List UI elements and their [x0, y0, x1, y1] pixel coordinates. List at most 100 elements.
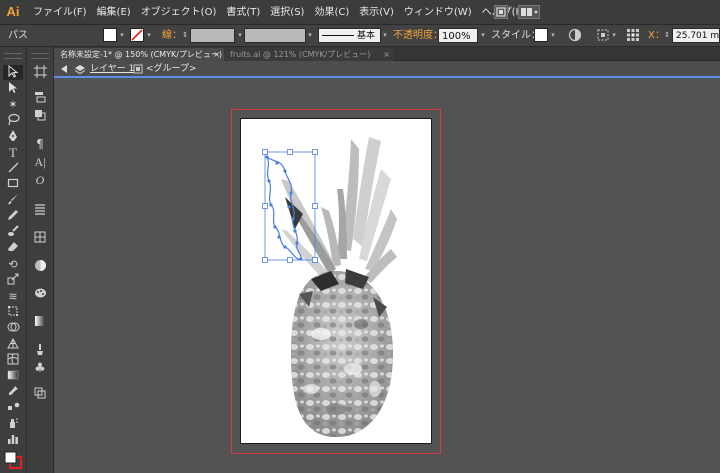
blend-tool-icon[interactable] — [3, 401, 23, 416]
menu-list: ファイル(F) 編集(E) オブジェクト(O) 書式(T) 選択(S) 効果(C… — [28, 0, 532, 25]
panel-grip[interactable] — [4, 53, 22, 59]
fill-color-swatch[interactable] — [103, 28, 117, 42]
stroke-dropdown-icon[interactable]: ▾ — [145, 28, 153, 43]
stroke-weight-stepper[interactable]: ⇕ — [181, 28, 189, 43]
magic-wand-tool-icon[interactable]: ✶ — [3, 97, 23, 112]
recolor-artwork-icon[interactable] — [568, 28, 582, 43]
x-position-input[interactable]: 25.701 mi — [672, 28, 720, 43]
stroke-weight-label[interactable]: 線： — [162, 28, 182, 43]
column-graph-tool-icon[interactable] — [3, 433, 23, 448]
character-panel-icon[interactable]: A| — [30, 155, 50, 170]
menu-object[interactable]: オブジェクト(O) — [136, 0, 222, 25]
gradient-tool-icon[interactable] — [3, 369, 23, 384]
symbols-panel-icon[interactable]: ♣ — [30, 361, 50, 376]
panel-dock: ¶ A| O ♣ — [27, 47, 54, 473]
menu-select[interactable]: 選択(S) — [265, 0, 309, 25]
tab-untitled-1[interactable]: 名称未設定-1* @ 150% (CMYK/プレビュー) × — [54, 48, 224, 61]
menu-effect[interactable]: 効果(C) — [309, 0, 354, 25]
selection-tool-icon[interactable] — [3, 64, 23, 80]
reference-point-icon[interactable] — [626, 28, 640, 43]
artboards-panel-icon[interactable] — [30, 65, 50, 80]
blob-brush-tool-icon[interactable] — [3, 225, 23, 240]
pathfinder-panel-icon[interactable] — [30, 109, 50, 124]
eraser-tool-icon[interactable] — [3, 241, 23, 256]
control-bar: パス ▾ ▾ 線： ⇕ ▾ ▾ 基本 ▾ 不透明度： 100% ▾ スタイル： … — [0, 25, 720, 47]
brush-definition-field[interactable]: 基本 — [318, 28, 381, 43]
align-panel-icon[interactable] — [30, 203, 50, 218]
shape-builder-tool-icon[interactable] — [3, 321, 23, 336]
width-tool-icon[interactable]: ≋ — [3, 289, 23, 304]
bridge-icon[interactable] — [494, 5, 508, 19]
type-tool-icon[interactable]: T — [3, 145, 23, 160]
x-position-stepper[interactable]: ⇕ — [663, 28, 671, 43]
menu-window[interactable]: ウィンドウ(W) — [399, 0, 477, 25]
layers-panel-icon[interactable] — [30, 91, 50, 106]
eyedropper-tool-icon[interactable] — [3, 385, 23, 400]
brush-stroke-preview — [322, 35, 354, 36]
artboard[interactable] — [240, 118, 432, 444]
graphic-style-dropdown-icon[interactable]: ▾ — [549, 28, 557, 43]
document-canvas[interactable] — [54, 78, 720, 473]
close-icon[interactable]: × — [213, 48, 220, 61]
color-panel-icon[interactable] — [30, 259, 50, 274]
variable-width-dropdown-icon[interactable]: ▾ — [306, 28, 314, 43]
tab-fruits[interactable]: fruits.ai @ 121% (CMYK/プレビュー) × — [224, 48, 394, 61]
align-objects-icon[interactable] — [596, 28, 610, 43]
graphic-style-swatch[interactable] — [534, 28, 548, 42]
isolation-breadcrumb: レイヤー 1 <グループ> — [54, 61, 720, 78]
selection-type-label: パス — [8, 30, 28, 41]
menu-view[interactable]: 表示(V) — [354, 0, 399, 25]
lasso-tool-icon[interactable] — [3, 113, 23, 128]
rotate-tool-icon[interactable]: ⟲ — [3, 257, 23, 272]
tab-label: fruits.ai @ 121% (CMYK/プレビュー) — [230, 50, 371, 59]
opacity-dropdown-icon[interactable]: ▾ — [479, 28, 487, 43]
panel-dock-grip[interactable] — [31, 53, 49, 59]
pen-tool-icon[interactable] — [3, 129, 23, 144]
transform-panel-icon[interactable] — [30, 231, 50, 246]
menu-type[interactable]: 書式(T) — [221, 0, 265, 25]
menu-bar: Ai ファイル(F) 編集(E) オブジェクト(O) 書式(T) 選択(S) 効… — [0, 0, 720, 25]
opentype-panel-icon[interactable]: O — [30, 173, 50, 188]
opacity-label[interactable]: 不透明度： — [393, 28, 443, 43]
brush-definition-dropdown-icon[interactable]: ▾ — [381, 28, 389, 43]
perspective-grid-tool-icon[interactable] — [3, 337, 23, 352]
opacity-input[interactable]: 100% — [438, 28, 478, 43]
paintbrush-tool-icon[interactable] — [3, 193, 23, 208]
free-transform-tool-icon[interactable] — [3, 305, 23, 320]
fill-dropdown-icon[interactable]: ▾ — [118, 28, 126, 43]
selected-path[interactable] — [262, 149, 318, 263]
pineapple-crown — [281, 137, 397, 283]
brush-style-label: 基本 — [357, 31, 376, 41]
swatches-panel-icon[interactable] — [30, 287, 50, 302]
stroke-weight-dropdown-icon[interactable]: ▾ — [236, 28, 244, 43]
gradient-panel-icon[interactable] — [30, 315, 50, 330]
graphic-styles-panel-icon[interactable] — [30, 387, 50, 402]
paragraph-panel-icon[interactable]: ¶ — [30, 137, 50, 152]
fill-stroke-icon[interactable] — [3, 451, 23, 471]
mesh-tool-icon[interactable] — [3, 353, 23, 368]
arrange-documents-icon[interactable] — [518, 5, 540, 19]
layers-icon — [74, 62, 86, 76]
tools-panel: ✶ T ⟲ ≋ — [0, 47, 27, 473]
close-icon[interactable]: × — [383, 48, 390, 61]
group-icon — [133, 62, 143, 76]
stroke-weight-input[interactable] — [190, 28, 235, 43]
back-arrow-icon[interactable] — [59, 62, 69, 76]
line-tool-icon[interactable] — [3, 161, 23, 176]
breadcrumb-layer[interactable]: レイヤー 1 — [90, 62, 134, 76]
pineapple-artwork[interactable] — [241, 119, 431, 443]
menu-edit[interactable]: 編集(E) — [92, 0, 136, 25]
pencil-tool-icon[interactable] — [3, 209, 23, 224]
brushes-panel-icon[interactable] — [30, 343, 50, 358]
rectangle-tool-icon[interactable] — [3, 177, 23, 192]
breadcrumb-group[interactable]: <グループ> — [146, 62, 197, 76]
scale-tool-icon[interactable] — [3, 273, 23, 288]
direct-selection-tool-icon[interactable] — [3, 81, 23, 96]
variable-width-profile[interactable] — [244, 28, 306, 43]
menu-file[interactable]: ファイル(F) — [28, 0, 92, 25]
symbol-sprayer-tool-icon[interactable] — [3, 417, 23, 432]
app-logo: Ai — [6, 4, 20, 19]
align-dropdown-icon[interactable]: ▾ — [610, 28, 618, 43]
tab-label: 名称未設定-1* @ 150% (CMYK/プレビュー) — [60, 50, 223, 59]
stroke-color-swatch[interactable] — [130, 28, 144, 42]
